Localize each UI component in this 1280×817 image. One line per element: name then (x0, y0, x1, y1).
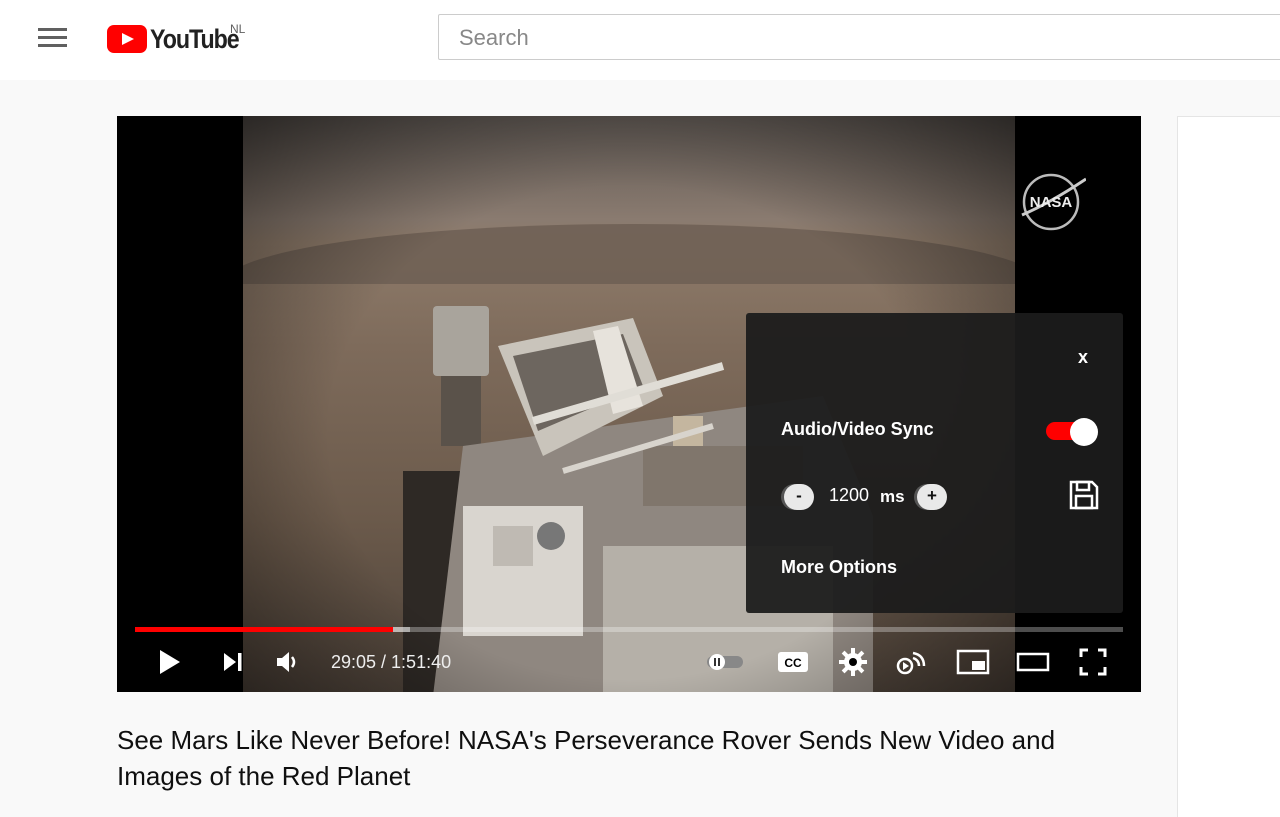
fullscreen-icon (1079, 648, 1107, 676)
volume-icon (277, 652, 296, 672)
offset-unit: ms (880, 487, 905, 506)
miniplayer-button[interactable] (955, 644, 991, 680)
player-controls: 29:05 / 1:51:40 CC (117, 636, 1141, 692)
search-input[interactable] (457, 23, 1261, 53)
more-options-link[interactable]: More Options (781, 557, 897, 578)
gear-icon (839, 648, 867, 676)
toggle-knob (1070, 418, 1098, 446)
search-box[interactable] (438, 14, 1280, 60)
progress-bar[interactable] (135, 627, 1123, 632)
offset-value: 1200 (829, 485, 870, 505)
miniplayer-icon (956, 649, 990, 675)
country-code: NL (230, 22, 246, 36)
cast-icon (896, 651, 926, 675)
svg-text:CC: CC (784, 656, 802, 670)
secondary-column (1177, 116, 1280, 817)
av-sync-label: Audio/Video Sync (781, 419, 934, 439)
next-button[interactable] (215, 644, 251, 680)
cc-icon: CC (778, 652, 808, 672)
menu-icon-bar (38, 28, 67, 31)
progress-played (135, 627, 393, 632)
av-sync-toggle[interactable] (1046, 418, 1100, 446)
menu-icon-bar (38, 36, 67, 39)
subtitles-button[interactable]: CC (775, 644, 811, 680)
theater-mode-button[interactable] (1015, 644, 1051, 680)
av-sync-panel: x Audio/Video Sync - 1200 ms + More Opti… (746, 313, 1123, 613)
next-icon (224, 653, 242, 671)
cast-button[interactable] (895, 644, 931, 680)
time-display: 29:05 / 1:51:40 (331, 652, 452, 672)
nasa-watermark-logo: NASA (1021, 173, 1086, 231)
autoplay-toggle[interactable] (707, 644, 743, 680)
mute-button[interactable] (271, 644, 307, 680)
autoplay-icon (707, 654, 743, 670)
play-icon (160, 650, 180, 674)
masthead: YouTube NL (0, 0, 1280, 80)
decrement-button[interactable]: - (784, 484, 814, 510)
save-icon[interactable] (1068, 479, 1100, 511)
video-player[interactable]: NASA x Audio/Video Sync - 1200 ms + More… (117, 116, 1141, 692)
fullscreen-button[interactable] (1075, 644, 1111, 680)
nasa-logo-text: NASA (1030, 194, 1073, 211)
increment-button[interactable]: + (917, 484, 947, 510)
guide-menu-button[interactable] (38, 26, 68, 50)
logo-text: YouTube (150, 23, 240, 54)
close-button[interactable]: x (1078, 347, 1088, 368)
video-title: See Mars Like Never Before! NASA's Perse… (117, 725, 1056, 791)
settings-button[interactable] (835, 644, 871, 680)
menu-icon-bar (38, 44, 67, 47)
youtube-play-logo-icon (107, 25, 147, 53)
play-button[interactable] (151, 644, 187, 680)
theater-icon (1016, 652, 1050, 672)
